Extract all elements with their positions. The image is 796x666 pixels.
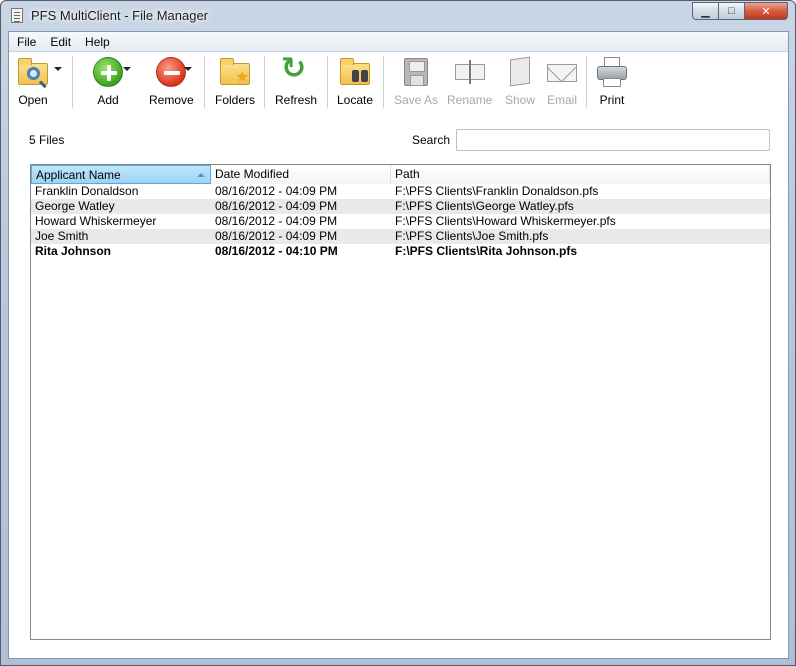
remove-button[interactable]: Remove: [149, 56, 194, 108]
cell-path: F:\PFS Clients\Franklin Donaldson.pfs: [395, 184, 599, 198]
cell-applicant-name: Franklin Donaldson: [35, 184, 139, 198]
printer-icon: [596, 56, 628, 88]
refresh-arrows-icon: ↻: [281, 51, 307, 86]
column-header-label: Date Modified: [215, 167, 290, 181]
menu-help[interactable]: Help: [78, 35, 117, 49]
files-table: Applicant Name Date Modified Path Frankl…: [30, 164, 771, 640]
cell-applicant-name: Joe Smith: [35, 229, 89, 243]
cell-date-modified: 08/16/2012 - 04:09 PM: [215, 184, 338, 198]
save-as-button[interactable]: Save As: [394, 56, 438, 108]
rename-button[interactable]: Rename: [447, 56, 492, 108]
table-row[interactable]: Franklin Donaldson 08/16/2012 - 04:09 PM…: [31, 184, 770, 199]
menu-bar: File Edit Help: [9, 32, 788, 52]
show-label: Show: [504, 93, 536, 107]
locate-label: Locate: [337, 93, 374, 107]
title-bar[interactable]: PFS MultiClient - File Manager ▁ □ ✕: [1, 1, 795, 31]
maximize-icon: □: [728, 5, 735, 17]
cell-applicant-name: George Watley: [35, 199, 115, 213]
table-row[interactable]: George Watley 08/16/2012 - 04:09 PM F:\P…: [31, 199, 770, 214]
minimize-icon: ▁: [701, 5, 710, 18]
text-cursor-icon: [454, 56, 486, 88]
search-input[interactable]: [456, 129, 770, 151]
email-button[interactable]: Email: [546, 56, 578, 108]
folder-binoculars-icon: [339, 56, 371, 88]
refresh-button[interactable]: ↻ Refresh: [275, 51, 318, 108]
column-header-applicant-name[interactable]: Applicant Name: [31, 165, 211, 184]
open-dropdown-icon[interactable]: [54, 67, 62, 71]
toolbar: Open Add Remove ★ Folders ↻ Refresh Loca…: [9, 52, 788, 112]
cell-date-modified: 08/16/2012 - 04:10 PM: [215, 244, 338, 258]
client-area: File Edit Help Open Add Remove ★ Folders…: [8, 31, 789, 659]
open-label: Open: [18, 93, 48, 107]
menu-edit[interactable]: Edit: [43, 35, 78, 49]
toolbar-separator: [264, 56, 265, 108]
column-header-label: Path: [395, 167, 420, 181]
app-window: PFS MultiClient - File Manager ▁ □ ✕ Fil…: [0, 0, 796, 666]
add-dropdown-icon[interactable]: [123, 67, 131, 71]
file-count: 5 Files: [29, 133, 65, 147]
envelope-icon: [546, 56, 578, 88]
window-title: PFS MultiClient - File Manager: [31, 8, 208, 23]
document-icon: [504, 56, 536, 88]
menu-file[interactable]: File: [10, 35, 43, 49]
folder-search-icon: [17, 56, 49, 88]
cell-date-modified: 08/16/2012 - 04:09 PM: [215, 199, 338, 213]
cell-path: F:\PFS Clients\Howard Whiskermeyer.pfs: [395, 214, 616, 228]
table-row[interactable]: Joe Smith 08/16/2012 - 04:09 PM F:\PFS C…: [31, 229, 770, 244]
toolbar-separator: [204, 56, 205, 108]
remove-dropdown-icon[interactable]: [184, 67, 192, 71]
floppy-disk-icon: [400, 56, 432, 88]
table-header: Applicant Name Date Modified Path: [31, 165, 770, 184]
maximize-button[interactable]: □: [718, 2, 744, 20]
close-button[interactable]: ✕: [744, 2, 788, 20]
cell-applicant-name: Howard Whiskermeyer: [35, 214, 157, 228]
folder-star-icon: ★: [219, 56, 251, 88]
add-button[interactable]: Add: [92, 56, 124, 108]
table-row[interactable]: Howard Whiskermeyer 08/16/2012 - 04:09 P…: [31, 214, 770, 229]
remove-label: Remove: [149, 93, 194, 107]
folders-label: Folders: [215, 93, 256, 107]
folders-button[interactable]: ★ Folders: [215, 56, 255, 108]
toolbar-separator: [586, 56, 587, 108]
print-button[interactable]: Print: [596, 56, 628, 108]
column-header-path[interactable]: Path: [391, 165, 770, 184]
toolbar-separator: [383, 56, 384, 108]
window-controls: ▁ □ ✕: [692, 2, 788, 20]
minus-circle-icon: [155, 56, 187, 88]
minimize-button[interactable]: ▁: [692, 2, 718, 20]
refresh-label: Refresh: [275, 93, 318, 107]
cell-applicant-name: Rita Johnson: [35, 244, 112, 258]
table-row[interactable]: Rita Johnson 08/16/2012 - 04:10 PM F:\PF…: [31, 244, 770, 259]
toolbar-separator: [72, 56, 73, 108]
open-button[interactable]: Open: [17, 56, 49, 108]
column-header-label: Applicant Name: [36, 168, 121, 182]
cell-date-modified: 08/16/2012 - 04:09 PM: [215, 229, 338, 243]
column-header-date-modified[interactable]: Date Modified: [211, 165, 391, 184]
cell-date-modified: 08/16/2012 - 04:09 PM: [215, 214, 338, 228]
email-label: Email: [546, 93, 577, 107]
app-icon[interactable]: [11, 8, 23, 23]
cell-path: F:\PFS Clients\George Watley.pfs: [395, 199, 574, 213]
locate-button[interactable]: Locate: [337, 56, 373, 108]
print-label: Print: [599, 93, 625, 107]
cell-path: F:\PFS Clients\Joe Smith.pfs: [395, 229, 549, 243]
rename-label: Rename: [447, 93, 493, 107]
add-label: Add: [97, 93, 119, 107]
search-label: Search: [412, 133, 451, 147]
show-button[interactable]: Show: [504, 56, 536, 108]
cell-path: F:\PFS Clients\Rita Johnson.pfs: [395, 244, 578, 258]
close-icon: ✕: [761, 5, 771, 18]
toolbar-separator: [327, 56, 328, 108]
sort-ascending-icon: [197, 173, 205, 177]
plus-circle-icon: [92, 56, 124, 88]
save-as-label: Save As: [394, 93, 439, 107]
